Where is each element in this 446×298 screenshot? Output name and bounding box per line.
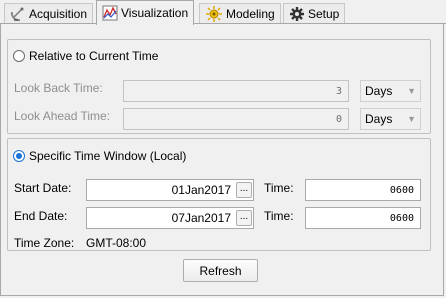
look-ahead-unit-value: Days <box>365 112 393 126</box>
chevron-down-icon: ▼ <box>407 86 416 96</box>
relative-time-label: Relative to Current Time <box>29 49 159 63</box>
relative-time-radio[interactable] <box>13 50 25 62</box>
start-date-input[interactable]: 01Jan2017 <box>86 179 254 201</box>
timezone-value: GMT-08:00 <box>86 236 147 250</box>
look-back-label: Look Back Time: <box>14 81 103 95</box>
look-ahead-value: 0 <box>335 113 342 125</box>
specific-time-label: Specific Time Window (Local) <box>29 149 187 163</box>
specific-time-option[interactable]: Specific Time Window (Local) <box>13 149 186 163</box>
look-ahead-unit-select[interactable]: Days ▼ <box>360 108 421 130</box>
end-date-picker-button[interactable]: ... <box>236 210 252 226</box>
chevron-down-icon: ▼ <box>407 114 416 124</box>
timezone-label: Time Zone: <box>14 236 75 250</box>
tab-setup[interactable]: Setup <box>283 3 346 23</box>
end-date-value: 07Jan2017 <box>171 211 231 225</box>
end-date-label: End Date: <box>14 209 68 223</box>
tab-label: Modeling <box>226 6 275 21</box>
start-date-picker-button[interactable]: ... <box>236 182 252 198</box>
tab-label: Setup <box>308 6 340 21</box>
end-time-value: 0600 <box>389 212 414 224</box>
tab-modeling[interactable]: Modeling <box>199 3 281 23</box>
tab-label: Acquisition <box>29 6 88 21</box>
look-back-unit-value: Days <box>365 84 393 98</box>
start-date-value: 01Jan2017 <box>171 183 231 197</box>
sun-gear-icon <box>206 5 222 22</box>
chart-icon <box>102 5 118 21</box>
end-time-input[interactable]: 0600 <box>305 207 421 229</box>
start-time-label: Time: <box>264 181 294 195</box>
end-time-label: Time: <box>264 209 294 223</box>
tab-acquisition[interactable]: Acquisition <box>4 3 94 23</box>
look-ahead-input[interactable]: 0 <box>123 108 349 130</box>
look-ahead-label: Look Ahead Time: <box>14 109 111 123</box>
gear-icon <box>290 6 304 21</box>
start-date-label: Start Date: <box>14 181 72 195</box>
refresh-button[interactable]: Refresh <box>183 259 258 282</box>
tab-visualization[interactable]: Visualization <box>96 0 195 25</box>
look-back-input[interactable]: 3 <box>123 80 349 102</box>
tab-bar: Acquisition Visualization Modeling Setup <box>0 0 446 25</box>
specific-time-radio[interactable] <box>13 150 25 162</box>
tab-label: Visualization <box>121 6 189 20</box>
end-date-input[interactable]: 07Jan2017 <box>86 207 254 229</box>
start-time-value: 0600 <box>389 184 414 196</box>
relative-time-option[interactable]: Relative to Current Time <box>13 49 158 63</box>
start-time-input[interactable]: 0600 <box>305 179 421 201</box>
look-back-value: 3 <box>335 85 342 97</box>
satellite-dish-icon <box>10 7 24 21</box>
look-back-unit-select[interactable]: Days ▼ <box>360 80 421 102</box>
